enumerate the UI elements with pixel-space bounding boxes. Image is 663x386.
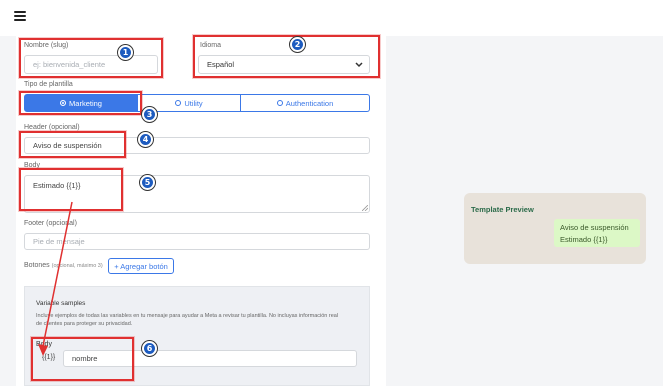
preview-body: Estimado {{1}} bbox=[560, 235, 608, 244]
template-preview-title: Template Preview bbox=[471, 205, 534, 214]
preview-header: Aviso de suspensión bbox=[560, 223, 629, 232]
preview-message-bubble: Aviso de suspensión Estimado {{1}} bbox=[554, 219, 640, 247]
